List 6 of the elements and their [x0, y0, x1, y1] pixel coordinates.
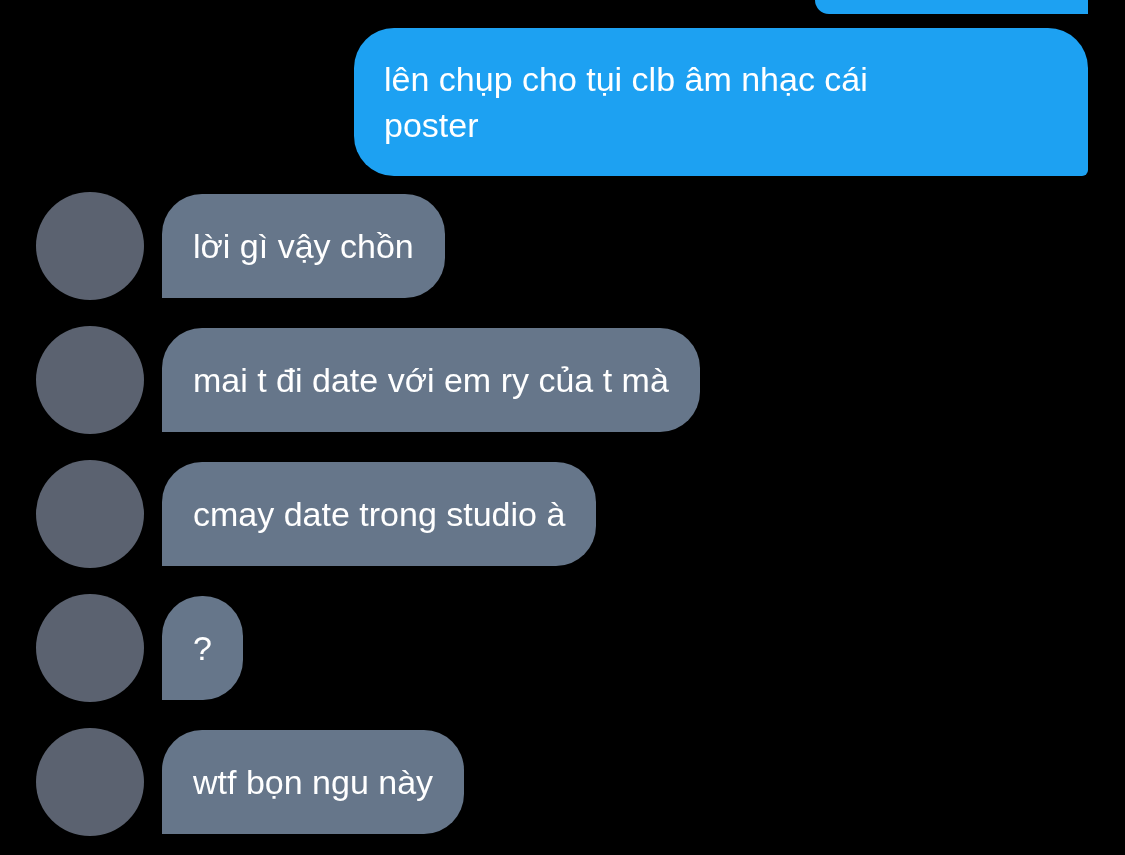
received-message: wtf bọn ngu này [162, 730, 465, 834]
sent-message: lên chụp cho tụi clb âm nhạc cái poster [354, 28, 1088, 176]
received-message: lời gì vậy chồn [162, 194, 445, 298]
received-message: cmay date trong studio à [162, 462, 597, 566]
received-message: mai t đi date với em ry của t mà [162, 328, 700, 432]
received-message: ? [162, 596, 243, 700]
